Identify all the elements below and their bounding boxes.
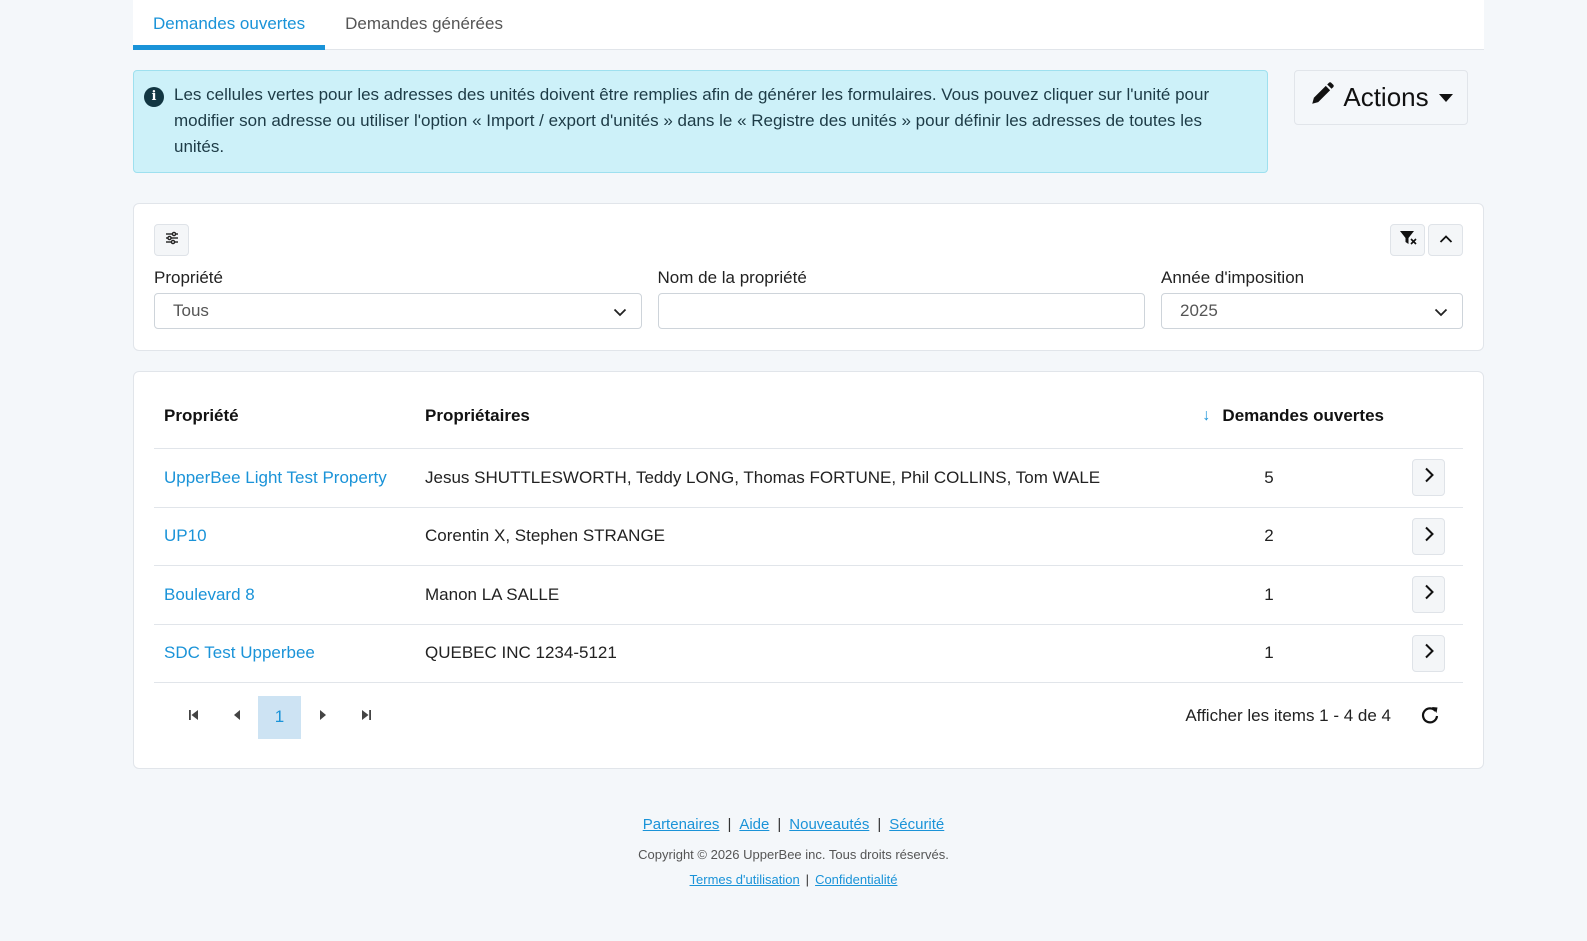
requests-table: Propriété Propriétaires ↓ Demandes ouver… [133,371,1484,769]
row-action-cell [1369,634,1463,672]
first-page-button[interactable] [172,696,215,739]
row-action-cell [1369,517,1463,555]
count-cell: 5 [1264,467,1274,487]
caret-left-icon [232,708,242,726]
info-alert: i Les cellules vertes pour les adresses … [133,70,1268,173]
footer-link-terms[interactable]: Termes d'utilisation [690,872,800,887]
copyright: Copyright © 2026 UpperBee inc. Tous droi… [638,847,949,862]
pagination: 1 Afficher les items 1 - 4 de 4 [154,683,1463,751]
sliders-icon [164,230,180,251]
last-page-button[interactable] [344,696,387,739]
property-cell: SDC Test Upperbee [154,643,425,663]
first-page-icon [188,708,200,726]
chevron-right-icon [1424,526,1434,547]
filter-settings-button[interactable] [154,224,189,256]
table-row: UpperBee Light Test Property Jesus SHUTT… [154,449,1463,508]
chevron-right-icon [1424,467,1434,488]
page-content: Demandes ouvertes Demandes générées i Le… [133,0,1484,769]
table-row: Boulevard 8 Manon LA SALLE 1 [154,566,1463,625]
property-name-input[interactable] [657,293,1145,329]
header-open-requests[interactable]: ↓ Demandes ouvertes [1169,406,1384,426]
actions-label: Actions [1343,82,1429,112]
tax-year-value: 2025 [1180,301,1218,320]
filter-clear-icon [1399,230,1417,251]
property-link[interactable]: UP10 [164,526,207,545]
row-open-button[interactable] [1412,576,1445,614]
count-cell: 2 [1264,526,1274,546]
owners-cell: Corentin X, Stephen STRANGE [425,526,666,546]
tax-year-select[interactable]: 2025 [1161,293,1463,329]
property-name-filter: Nom de la propriété [657,268,1145,329]
count-cell: 1 [1264,643,1274,663]
property-link[interactable]: UpperBee Light Test Property [164,468,387,487]
count-cell: 1 [1264,584,1274,604]
property-name-label: Nom de la propriété [657,268,807,287]
row-open-button[interactable] [1412,517,1445,555]
table-row: SDC Test Upperbee QUEBEC INC 1234-5121 1 [154,625,1463,683]
separator: | [877,816,882,833]
table-header: Propriété Propriétaires ↓ Demandes ouver… [154,372,1463,449]
legal-links: Termes d'utilisation | Confidentialité [0,872,1587,887]
footer: Partenaires | Aide | Nouveautés | Sécurité Cop… [0,816,1587,887]
property-cell: UpperBee Light Test Property [154,468,425,488]
next-page-button[interactable] [301,696,344,739]
header-open-requests-label: Demandes ouvertes [1222,406,1384,425]
collapse-filters-button[interactable] [1428,224,1463,256]
actions-button[interactable]: Actions [1294,70,1468,125]
property-filter-label: Propriété [154,268,223,287]
separator: | [727,816,732,833]
property-cell: Boulevard 8 [154,585,425,605]
chevron-down-icon [1434,304,1448,324]
pager-info: Afficher les items 1 - 4 de 4 [1185,706,1391,725]
footer-link-help[interactable]: Aide [739,816,769,833]
caret-right-icon [318,708,328,726]
info-icon: i [144,87,164,107]
tax-year-filter: Année d'imposition 2025 [1161,268,1463,329]
filter-panel: Propriété Tous Nom de la propriété Année… [133,203,1484,351]
pencil-icon [1309,81,1335,114]
info-row: i Les cellules vertes pour les adresses … [133,70,1484,173]
property-link[interactable]: SDC Test Upperbee [164,643,315,662]
row-action-cell [1369,459,1463,497]
header-property[interactable]: Propriété [154,406,425,426]
filter-fields: Propriété Tous Nom de la propriété Année… [154,268,1463,329]
property-filter: Propriété Tous [154,268,642,329]
chevron-right-icon [1424,643,1434,664]
footer-link-news[interactable]: Nouveautés [789,816,869,833]
header-owners[interactable]: Propriétaires [425,406,1169,426]
property-link[interactable]: Boulevard 8 [164,585,255,604]
page-number-current[interactable]: 1 [258,695,301,739]
chevron-down-icon [613,304,627,324]
tab-generated-requests[interactable]: Demandes générées [325,0,523,49]
separator: | [805,872,810,887]
property-cell: UP10 [154,526,425,546]
owners-cell: QUEBEC INC 1234-5121 [425,643,617,663]
chevron-right-icon [1424,584,1434,605]
tab-bar: Demandes ouvertes Demandes générées [133,0,1484,50]
property-select-value: Tous [173,301,209,320]
tax-year-label: Année d'imposition [1161,268,1305,287]
last-page-icon [360,708,372,726]
separator: | [777,816,782,833]
owners-cell: Manon LA SALLE [425,584,560,604]
owners-cell: Jesus SHUTTLESWORTH, Teddy LONG, Thomas … [425,467,1101,487]
tab-open-requests[interactable]: Demandes ouvertes [133,0,326,50]
sort-desc-icon: ↓ [1202,407,1211,424]
clear-filters-button[interactable] [1390,224,1425,256]
footer-link-privacy[interactable]: Confidentialité [815,872,897,887]
row-action-cell [1369,576,1463,614]
footer-link-partners[interactable]: Partenaires [643,816,720,833]
footer-link-security[interactable]: Sécurité [889,816,944,833]
property-select[interactable]: Tous [154,293,642,329]
row-open-button[interactable] [1412,459,1445,497]
prev-page-button[interactable] [215,696,258,739]
refresh-button[interactable] [1417,704,1443,730]
chevron-up-icon [1439,231,1453,249]
caret-down-icon [1438,93,1453,102]
row-open-button[interactable] [1412,634,1445,672]
table-row: UP10 Corentin X, Stephen STRANGE 2 [154,508,1463,566]
info-alert-text: Les cellules vertes pour les adresses de… [174,85,1210,156]
footer-links: Partenaires | Aide | Nouveautés | Sécurité [0,816,1587,833]
refresh-icon [1420,705,1440,730]
